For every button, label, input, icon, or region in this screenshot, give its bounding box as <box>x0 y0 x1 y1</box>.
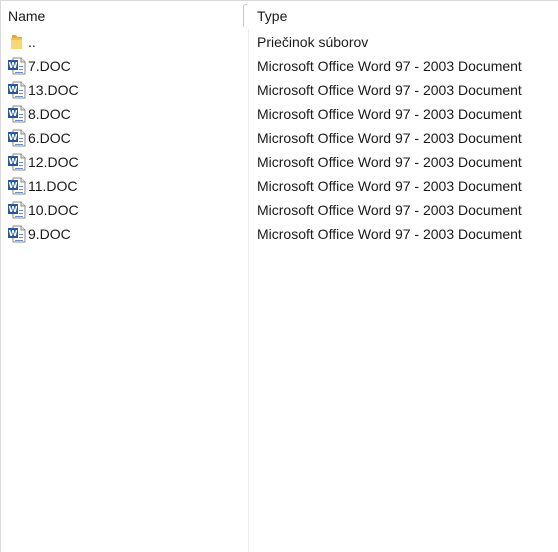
list-item-parent-folder[interactable]: .. Priečinok súborov <box>1 30 558 54</box>
file-type: Priečinok súborov <box>257 34 369 50</box>
list-item[interactable]: W 8.DOC Microsoft Office Word 97 - 2003 … <box>1 102 558 126</box>
list-item[interactable]: W 10.DOC Microsoft Office Word 97 - 2003… <box>1 198 558 222</box>
file-type: Microsoft Office Word 97 - 2003 Document <box>257 178 522 194</box>
column-header-name[interactable]: Name <box>8 1 238 29</box>
list-item[interactable]: W 12.DOC Microsoft Office Word 97 - 2003… <box>1 150 558 174</box>
file-name: 12.DOC <box>28 154 79 170</box>
word-document-icon: W <box>7 57 27 75</box>
word-document-icon: W <box>7 225 27 243</box>
file-list: .. Priečinok súborov W 7.DOC Microsoft O… <box>1 30 558 246</box>
list-item[interactable]: W 11.DOC Microsoft Office Word 97 - 2003… <box>1 174 558 198</box>
file-type: Microsoft Office Word 97 - 2003 Document <box>257 202 522 218</box>
word-document-icon: W <box>7 153 27 171</box>
svg-text:W: W <box>9 205 18 214</box>
file-name: 8.DOC <box>28 106 71 122</box>
file-name: .. <box>28 34 36 50</box>
column-resize-handle[interactable] <box>243 4 247 27</box>
list-item[interactable]: W 6.DOC Microsoft Office Word 97 - 2003 … <box>1 126 558 150</box>
column-header-bar: Name Type <box>1 1 558 29</box>
file-type: Microsoft Office Word 97 - 2003 Document <box>257 58 522 74</box>
file-type: Microsoft Office Word 97 - 2003 Document <box>257 154 522 170</box>
file-name: 11.DOC <box>28 178 78 194</box>
file-name: 10.DOC <box>28 202 79 218</box>
svg-text:W: W <box>9 109 18 118</box>
file-type: Microsoft Office Word 97 - 2003 Document <box>257 106 522 122</box>
word-document-icon: W <box>7 105 27 123</box>
svg-text:W: W <box>9 133 18 142</box>
file-list-pane: Name Type .. Priečinok súborov W 7.DOC M… <box>0 0 558 552</box>
file-type: Microsoft Office Word 97 - 2003 Document <box>257 226 522 242</box>
svg-text:W: W <box>9 85 18 94</box>
word-document-icon: W <box>7 201 27 219</box>
svg-text:W: W <box>9 157 18 166</box>
list-item[interactable]: W 9.DOC Microsoft Office Word 97 - 2003 … <box>1 222 558 246</box>
file-name: 7.DOC <box>28 58 71 74</box>
svg-text:W: W <box>9 61 18 70</box>
file-name: 6.DOC <box>28 130 71 146</box>
file-name: 13.DOC <box>28 82 79 98</box>
svg-text:W: W <box>9 181 18 190</box>
svg-text:W: W <box>9 229 18 238</box>
folder-icon <box>7 33 27 51</box>
word-document-icon: W <box>7 177 27 195</box>
list-item[interactable]: W 13.DOC Microsoft Office Word 97 - 2003… <box>1 78 558 102</box>
list-item[interactable]: W 7.DOC Microsoft Office Word 97 - 2003 … <box>1 54 558 78</box>
word-document-icon: W <box>7 81 27 99</box>
file-type: Microsoft Office Word 97 - 2003 Document <box>257 82 522 98</box>
column-header-type[interactable]: Type <box>257 1 547 29</box>
file-type: Microsoft Office Word 97 - 2003 Document <box>257 130 522 146</box>
word-document-icon: W <box>7 129 27 147</box>
file-name: 9.DOC <box>28 226 71 242</box>
